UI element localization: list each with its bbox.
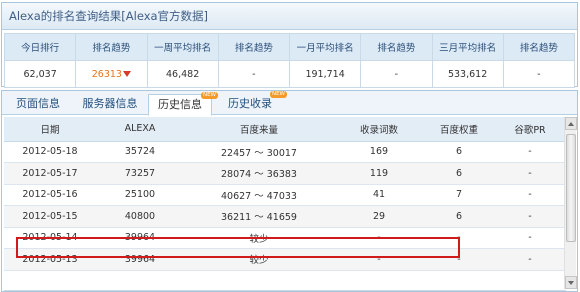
tab-history-index-label: 历史收录 bbox=[228, 97, 272, 110]
scroll-thumb[interactable] bbox=[566, 134, 576, 242]
col-baidu-traffic: 百度来量 bbox=[184, 117, 334, 142]
week-avg-value: 46,482 bbox=[146, 60, 219, 88]
cell-baidu-weight: 6 bbox=[424, 205, 494, 228]
tab-server-info[interactable]: 服务器信息 bbox=[74, 94, 146, 115]
scroll-up-button[interactable] bbox=[565, 117, 577, 130]
cell-google-pr: - bbox=[494, 184, 566, 206]
cell-alexa: 39964 bbox=[96, 227, 184, 249]
header-today-rank: 今日排行 bbox=[3, 33, 77, 61]
cell-google-pr: - bbox=[494, 227, 566, 249]
header-trend-week: 排名趋势 bbox=[217, 33, 291, 61]
header-week-avg: 一周平均排名 bbox=[146, 33, 219, 61]
table-row: 2012-05-18 35724 22457 ～ 30017 169 6 - bbox=[4, 141, 566, 163]
cell-indexed-words: - bbox=[334, 227, 424, 249]
cell-alexa: 40800 bbox=[96, 205, 184, 228]
cell-date: 2012-05-17 bbox=[4, 162, 96, 185]
info-tabs-panel: 页面信息 服务器信息 历史信息 NEW 历史收录 NEW 日期 ALEXA 百度… bbox=[1, 90, 578, 292]
cell-baidu-weight: 6 bbox=[424, 162, 494, 185]
header-month-avg: 一月平均排名 bbox=[288, 33, 362, 61]
cell-baidu-traffic: 28074 ～ 36383 bbox=[184, 162, 334, 185]
cell-date: 2012-05-16 bbox=[4, 184, 96, 206]
cell-baidu-weight: - bbox=[424, 248, 494, 271]
col-indexed-words: 收录词数 bbox=[334, 117, 424, 142]
cell-date: 2012-05-15 bbox=[4, 205, 96, 228]
tab-page-info[interactable]: 页面信息 bbox=[8, 94, 68, 115]
month-trend-value: - bbox=[360, 60, 433, 88]
cell-baidu-traffic: 22457 ～ 30017 bbox=[184, 141, 334, 163]
cell-alexa: 35724 bbox=[96, 141, 184, 163]
chevron-up-icon bbox=[568, 122, 574, 126]
vertical-scrollbar[interactable] bbox=[564, 117, 577, 289]
today-trend-cell: 26313 bbox=[75, 60, 148, 88]
cell-date: 2012-05-14 bbox=[4, 227, 96, 249]
cell-indexed-words: 29 bbox=[334, 205, 424, 228]
table-row: 2012-05-14 39964 较少 - - - bbox=[4, 227, 566, 249]
header-trend-month: 排名趋势 bbox=[360, 33, 433, 61]
header-quarter-avg: 三月平均排名 bbox=[431, 33, 504, 61]
table-row: 2012-05-16 25100 40627 ～ 47033 41 7 - bbox=[4, 184, 566, 206]
summary-table: 今日排行 排名趋势 一周平均排名 排名趋势 一月平均排名 排名趋势 三月平均排名… bbox=[3, 33, 576, 88]
col-date: 日期 bbox=[4, 117, 96, 142]
col-google-pr: 谷歌PR bbox=[494, 117, 566, 142]
cell-google-pr: - bbox=[494, 141, 566, 163]
summary-values-row: 62,037 26313 46,482 - 191,714 - 533,612 … bbox=[3, 60, 576, 88]
cell-google-pr: - bbox=[494, 248, 566, 271]
table-row: 2012-05-13 39964 较少 - - - bbox=[4, 248, 566, 271]
tab-bar: 页面信息 服务器信息 历史信息 NEW 历史收录 NEW bbox=[2, 91, 577, 116]
chevron-down-icon bbox=[568, 281, 574, 285]
alexa-summary-panel: Alexa的排名查询结果[Alexa官方数据] 今日排行 排名趋势 一周平均排名… bbox=[1, 2, 578, 88]
table-row: 2012-05-15 40800 36211 ～ 41659 29 6 - bbox=[4, 205, 566, 228]
week-trend-value: - bbox=[217, 60, 291, 88]
today-rank-value: 62,037 bbox=[3, 60, 77, 88]
cell-baidu-weight: 7 bbox=[424, 184, 494, 206]
month-avg-value: 191,714 bbox=[288, 60, 362, 88]
new-badge: NEW bbox=[200, 92, 218, 99]
cell-alexa: 25100 bbox=[96, 184, 184, 206]
cell-alexa: 73257 bbox=[96, 162, 184, 185]
scroll-down-button[interactable] bbox=[565, 276, 577, 289]
cell-baidu-traffic: 40627 ～ 47033 bbox=[184, 184, 334, 206]
cell-indexed-words: 41 bbox=[334, 184, 424, 206]
cell-baidu-traffic: 36211 ～ 41659 bbox=[184, 205, 334, 228]
col-baidu-weight: 百度权重 bbox=[424, 117, 494, 142]
tab-page-info-label: 页面信息 bbox=[16, 97, 60, 110]
cell-google-pr: - bbox=[494, 205, 566, 228]
tab-history-info-label: 历史信息 bbox=[158, 98, 202, 111]
tab-server-info-label: 服务器信息 bbox=[82, 97, 138, 110]
new-badge: NEW bbox=[269, 91, 287, 98]
summary-header-row: 今日排行 排名趋势 一周平均排名 排名趋势 一月平均排名 排名趋势 三月平均排名… bbox=[3, 33, 576, 61]
cell-date: 2012-05-18 bbox=[4, 141, 96, 163]
cell-baidu-weight: 6 bbox=[424, 141, 494, 163]
history-table-wrap: 日期 ALEXA 百度来量 收录词数 百度权重 谷歌PR 2012-05-18 … bbox=[4, 117, 566, 289]
tab-history-info[interactable]: 历史信息 NEW bbox=[148, 92, 218, 116]
cell-indexed-words: - bbox=[334, 248, 424, 271]
arrow-down-icon bbox=[122, 70, 131, 77]
cell-alexa: 39964 bbox=[96, 248, 184, 271]
cell-indexed-words: 169 bbox=[334, 141, 424, 163]
cell-google-pr: - bbox=[494, 162, 566, 185]
cell-baidu-weight: - bbox=[424, 227, 494, 249]
table-row: 2012-05-17 73257 28074 ～ 36383 119 6 - bbox=[4, 162, 566, 185]
history-header-row: 日期 ALEXA 百度来量 收录词数 百度权重 谷歌PR bbox=[4, 117, 566, 142]
cell-indexed-words: 119 bbox=[334, 162, 424, 185]
history-table: 日期 ALEXA 百度来量 收录词数 百度权重 谷歌PR 2012-05-18 … bbox=[4, 117, 566, 271]
cell-baidu-traffic: 较少 bbox=[184, 248, 334, 271]
quarter-trend-value: - bbox=[502, 60, 576, 88]
summary-title: Alexa的排名查询结果[Alexa官方数据] bbox=[2, 3, 577, 30]
header-trend-today: 排名趋势 bbox=[75, 33, 148, 61]
col-alexa: ALEXA bbox=[96, 117, 184, 142]
cell-baidu-traffic: 较少 bbox=[184, 227, 334, 249]
cell-date: 2012-05-13 bbox=[4, 248, 96, 271]
today-trend-value: 26313 bbox=[91, 68, 122, 80]
quarter-avg-value: 533,612 bbox=[431, 60, 504, 88]
header-trend-quarter: 排名趋势 bbox=[502, 33, 576, 61]
tab-history-index[interactable]: 历史收录 NEW bbox=[220, 91, 287, 115]
